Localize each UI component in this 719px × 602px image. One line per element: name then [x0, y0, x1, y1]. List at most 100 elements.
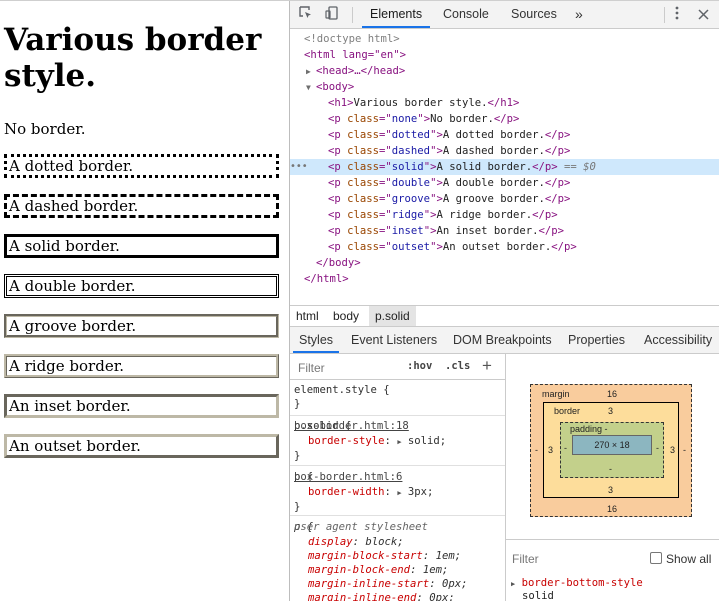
tree-line-p-outset[interactable]: <p class="outset">An outset border.</p> — [290, 239, 719, 255]
collapse-triangle-icon[interactable]: ▼ — [290, 80, 316, 96]
expand-triangle-icon[interactable]: ▶ — [511, 580, 515, 588]
tree-line-html-close[interactable]: </html> — [290, 271, 719, 287]
tree-line-p-none[interactable]: <p class="none">No border.</p> — [290, 111, 719, 127]
class-value: solid — [391, 161, 424, 173]
margin-top-value[interactable]: 16 — [607, 389, 617, 399]
rule-close: } — [294, 450, 301, 462]
node-text: A dashed border. — [442, 145, 545, 157]
node-actions-icon[interactable]: ••• — [290, 159, 308, 175]
body-node: <body> — [316, 81, 355, 93]
margin-bottom-value[interactable]: 16 — [607, 504, 617, 514]
border-bottom-value[interactable]: 3 — [608, 485, 613, 495]
tree-line-p-solid-selected[interactable]: ••• <p class="solid">A solid border.</p>… — [290, 159, 719, 175]
tab-accessibility[interactable]: Accessibility — [644, 327, 712, 353]
class-value: dotted — [391, 129, 431, 141]
tree-line-p-dashed[interactable]: <p class="dashed">A dashed border.</p> — [290, 143, 719, 159]
show-all-toggle[interactable]: Show all — [650, 552, 711, 566]
box-model-margin[interactable]: margin 16 16 - - border 3 3 3 3 padding … — [530, 384, 692, 517]
expand-triangle-icon[interactable]: ▶ — [290, 64, 316, 80]
padding-right-value[interactable]: - — [656, 443, 659, 453]
rule-source-link[interactable]: box-border.html:18 — [294, 419, 503, 433]
computed-property-name: border-bottom-style — [521, 577, 643, 589]
margin-right-value[interactable]: - — [683, 445, 686, 455]
more-tabs-icon[interactable]: » — [575, 1, 583, 28]
css-property[interactable]: border-width — [308, 486, 385, 498]
css-value[interactable]: solid; — [408, 435, 446, 447]
crumb-body[interactable]: body — [327, 306, 365, 326]
tree-line-p-groove[interactable]: <p class="groove">A groove border.</p> — [290, 191, 719, 207]
rule-p-solid[interactable]: p.solid { box-border.html:18 border-styl… — [290, 415, 505, 466]
border-top-value[interactable]: 3 — [608, 406, 613, 416]
tab-console[interactable]: Console — [443, 1, 489, 28]
tree-line-html[interactable]: <html lang="en"> — [290, 47, 719, 63]
h1-text: Various border style. — [353, 97, 488, 109]
node-text: A ridge border. — [436, 209, 533, 221]
screenshot: Various border style. No border. A dotte… — [0, 0, 719, 602]
rule-user-agent[interactable]: p { user agent stylesheet display: block… — [290, 515, 505, 601]
rule-selector: element.style { — [294, 384, 390, 396]
tree-line-head[interactable]: ▶ <head>…</head> — [290, 63, 719, 79]
rule-source-link[interactable]: box-border.html:6 — [294, 470, 503, 484]
html-close-node: </html> — [304, 273, 349, 285]
tree-line-p-ridge[interactable]: <p class="ridge">A ridge border.</p> — [290, 207, 719, 223]
tab-styles[interactable]: Styles — [292, 327, 340, 353]
dom-tree: <!doctype html> <html lang="en"> ▶ <head>… — [290, 29, 719, 305]
margin-left-value[interactable]: - — [535, 445, 538, 455]
border-right-value[interactable]: 3 — [670, 445, 675, 455]
html-node: <html lang="en"> — [304, 49, 407, 61]
tree-line-p-inset[interactable]: <p class="inset">An inset border.</p> — [290, 223, 719, 239]
inspect-icon[interactable] — [296, 5, 316, 25]
computed-property[interactable]: ▶ border-bottom-style — [511, 577, 643, 589]
page-heading: Various border style. — [4, 22, 262, 94]
css-property[interactable]: border-style — [308, 435, 385, 447]
hover-state-toggle[interactable]: :hov — [407, 360, 432, 372]
css-property: margin-block-end — [308, 564, 411, 576]
device-toggle-icon[interactable] — [322, 5, 342, 25]
node-text: A groove border. — [442, 193, 545, 205]
tree-line-body[interactable]: ▼ <body> — [290, 79, 719, 95]
margin-label: margin — [542, 389, 570, 399]
paragraph-inset: An inset border. — [4, 394, 279, 418]
computed-filter-input[interactable]: Filter — [512, 552, 539, 566]
crumb-p-solid[interactable]: p.solid — [369, 306, 416, 326]
css-property: display — [308, 536, 353, 548]
tab-sources[interactable]: Sources — [511, 1, 557, 28]
class-toggle[interactable]: .cls — [445, 360, 470, 372]
tab-elements[interactable]: Elements — [361, 1, 431, 28]
crumb-html[interactable]: html — [290, 306, 325, 326]
expand-triangle-icon[interactable]: ▶ — [397, 438, 401, 446]
box-model-content[interactable]: 270 × 18 — [572, 435, 652, 455]
expand-triangle-icon[interactable]: ▶ — [397, 489, 401, 497]
styles-filter-input[interactable] — [296, 358, 400, 378]
rule-source-label: user agent stylesheet — [294, 521, 428, 533]
tab-event-listeners[interactable]: Event Listeners — [351, 327, 437, 353]
padding-bottom-value[interactable]: - — [609, 464, 612, 474]
box-model-border[interactable]: border 3 3 3 3 padding - - - - 270 × 18 — [543, 402, 679, 498]
checkbox-icon[interactable] — [650, 552, 662, 564]
tree-line-p-dotted[interactable]: <p class="dotted">A dotted border.</p> — [290, 127, 719, 143]
box-model: margin 16 16 - - border 3 3 3 3 padding … — [506, 354, 719, 539]
doctype-node: <!doctype html> — [304, 33, 400, 45]
node-text: An inset border. — [436, 225, 539, 237]
rule-element-style[interactable]: element.style { } — [290, 380, 505, 416]
styles-filter-row: :hov .cls + — [290, 354, 505, 380]
tree-line-p-double[interactable]: <p class="double">A double border.</p> — [290, 175, 719, 191]
padding-left-value[interactable]: - — [564, 443, 567, 453]
close-icon[interactable] — [693, 5, 713, 25]
tree-line-doctype[interactable]: <!doctype html> — [290, 31, 719, 47]
tree-line-body-close[interactable]: </body> — [290, 255, 719, 271]
rule-close: } — [294, 398, 301, 410]
node-text: A double border. — [442, 177, 545, 189]
box-model-padding[interactable]: padding - - - - 270 × 18 — [560, 422, 664, 478]
tab-properties[interactable]: Properties — [568, 327, 625, 353]
kebab-menu-icon[interactable] — [667, 5, 687, 25]
body-close-node: </body> — [316, 257, 361, 269]
tree-line-h1[interactable]: <h1>Various border style.</h1> — [290, 95, 719, 111]
border-left-value[interactable]: 3 — [548, 445, 553, 455]
add-rule-icon[interactable]: + — [482, 356, 492, 376]
toolbar-divider — [352, 7, 353, 23]
tab-dom-breakpoints[interactable]: DOM Breakpoints — [453, 327, 552, 353]
selected-marker: == $0 — [564, 161, 596, 173]
css-value[interactable]: 3px; — [408, 486, 434, 498]
rule-p[interactable]: p { box-border.html:6 border-width: ▶ 3p… — [290, 465, 505, 516]
